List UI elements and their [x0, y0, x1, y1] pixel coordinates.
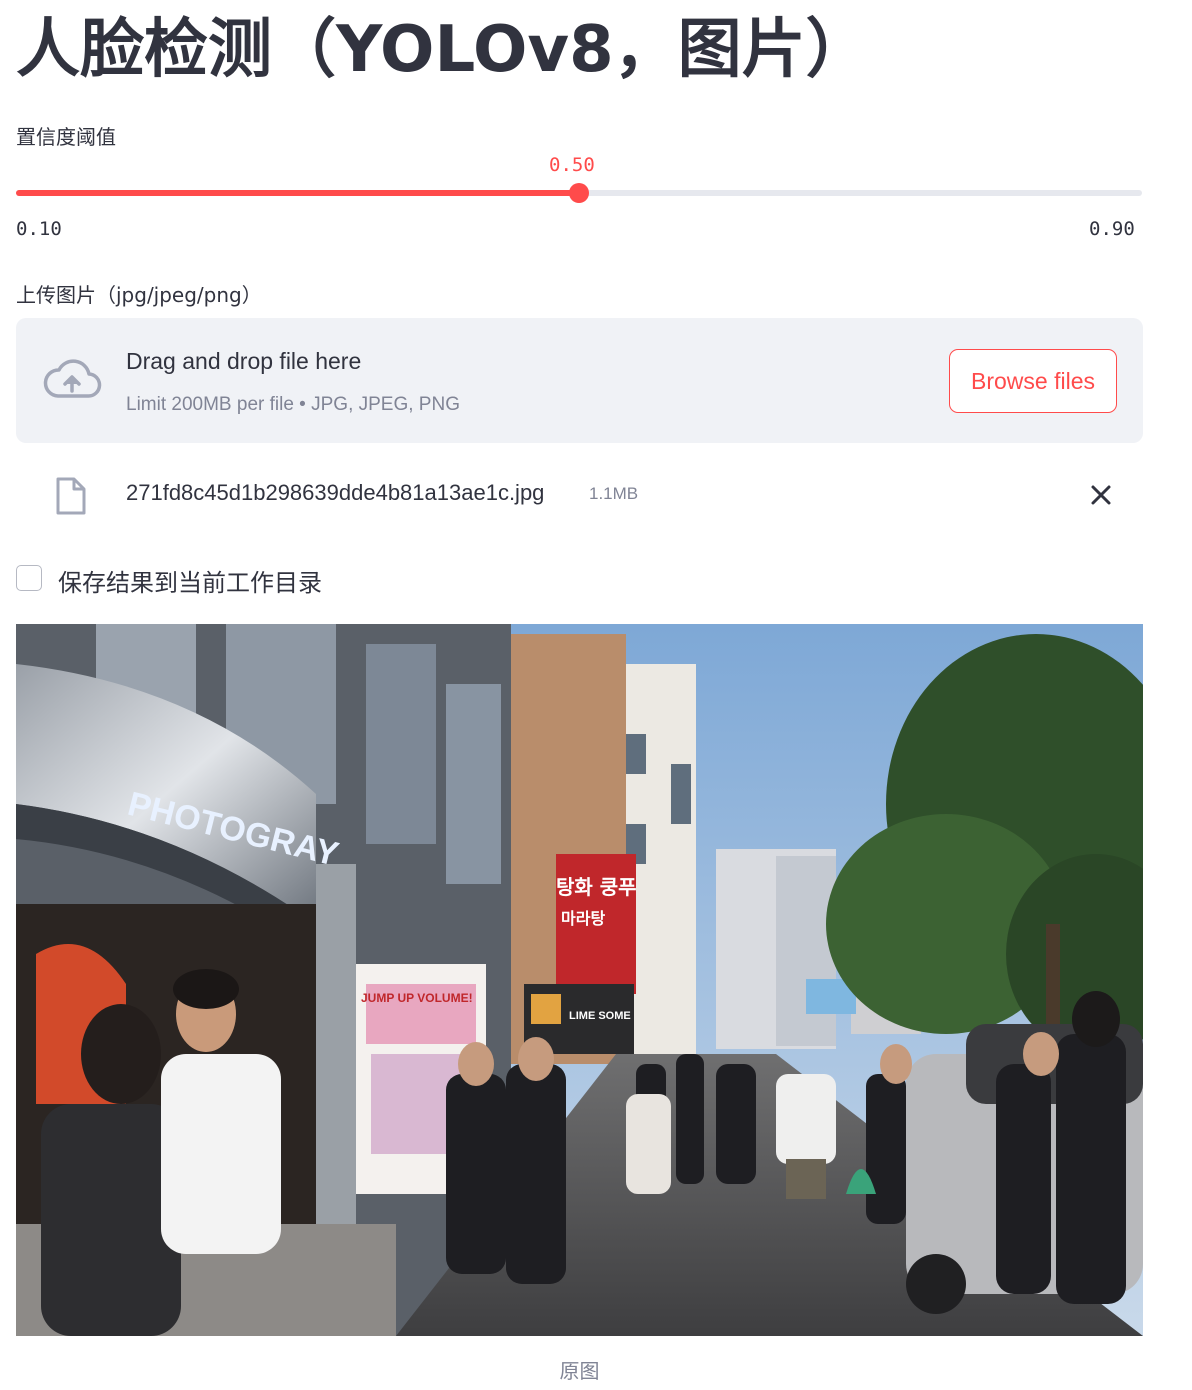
save-results-label: 保存结果到当前工作目录	[58, 569, 322, 597]
save-results-checkbox[interactable]	[16, 565, 42, 591]
dropzone-title: Drag and drop file here	[126, 348, 362, 374]
poster-text: JUMP UP VOLUME!	[361, 991, 473, 1005]
restaurant-sign-text-2: 마라탕	[561, 909, 605, 928]
confidence-slider-thumb[interactable]	[569, 183, 589, 203]
confidence-slider-fill	[16, 190, 579, 196]
close-icon[interactable]	[1086, 480, 1116, 510]
confidence-slider-value: 0.50	[549, 154, 595, 176]
browse-files-button[interactable]: Browse files	[949, 349, 1117, 413]
dropzone-limit-text: Limit 200MB per file • JPG, JPEG, PNG	[126, 394, 460, 415]
shop-sign-text: LIME SOME	[569, 1010, 631, 1022]
restaurant-sign-text: 탕화 쿵푸	[556, 875, 637, 899]
confidence-slider-label: 置信度阈值	[16, 125, 116, 149]
file-dropzone[interactable]: Drag and drop file here Limit 200MB per …	[16, 318, 1143, 443]
uploaded-file-size: 1.1MB	[589, 484, 639, 503]
uploader-label: 上传图片（jpg/jpeg/png）	[16, 283, 262, 307]
slider-max-label: 0.90	[1089, 218, 1135, 240]
street-scene-image: PHOTOGRAY JUMP UP VOLUME! 탕화 쿵푸 마라탕 LIME…	[16, 624, 1143, 1336]
cloud-upload-icon	[42, 358, 102, 404]
uploaded-file-name: 271fd8c45d1b298639dde4b81a13ae1c.jpg	[126, 480, 545, 505]
page-title: 人脸检测（YOLOv8，图片）	[16, 13, 870, 87]
original-image: PHOTOGRAY JUMP UP VOLUME! 탕화 쿵푸 마라탕 LIME…	[16, 624, 1143, 1336]
slider-min-label: 0.10	[16, 218, 62, 240]
image-caption: 原图	[559, 1359, 600, 1383]
file-icon	[54, 476, 88, 520]
